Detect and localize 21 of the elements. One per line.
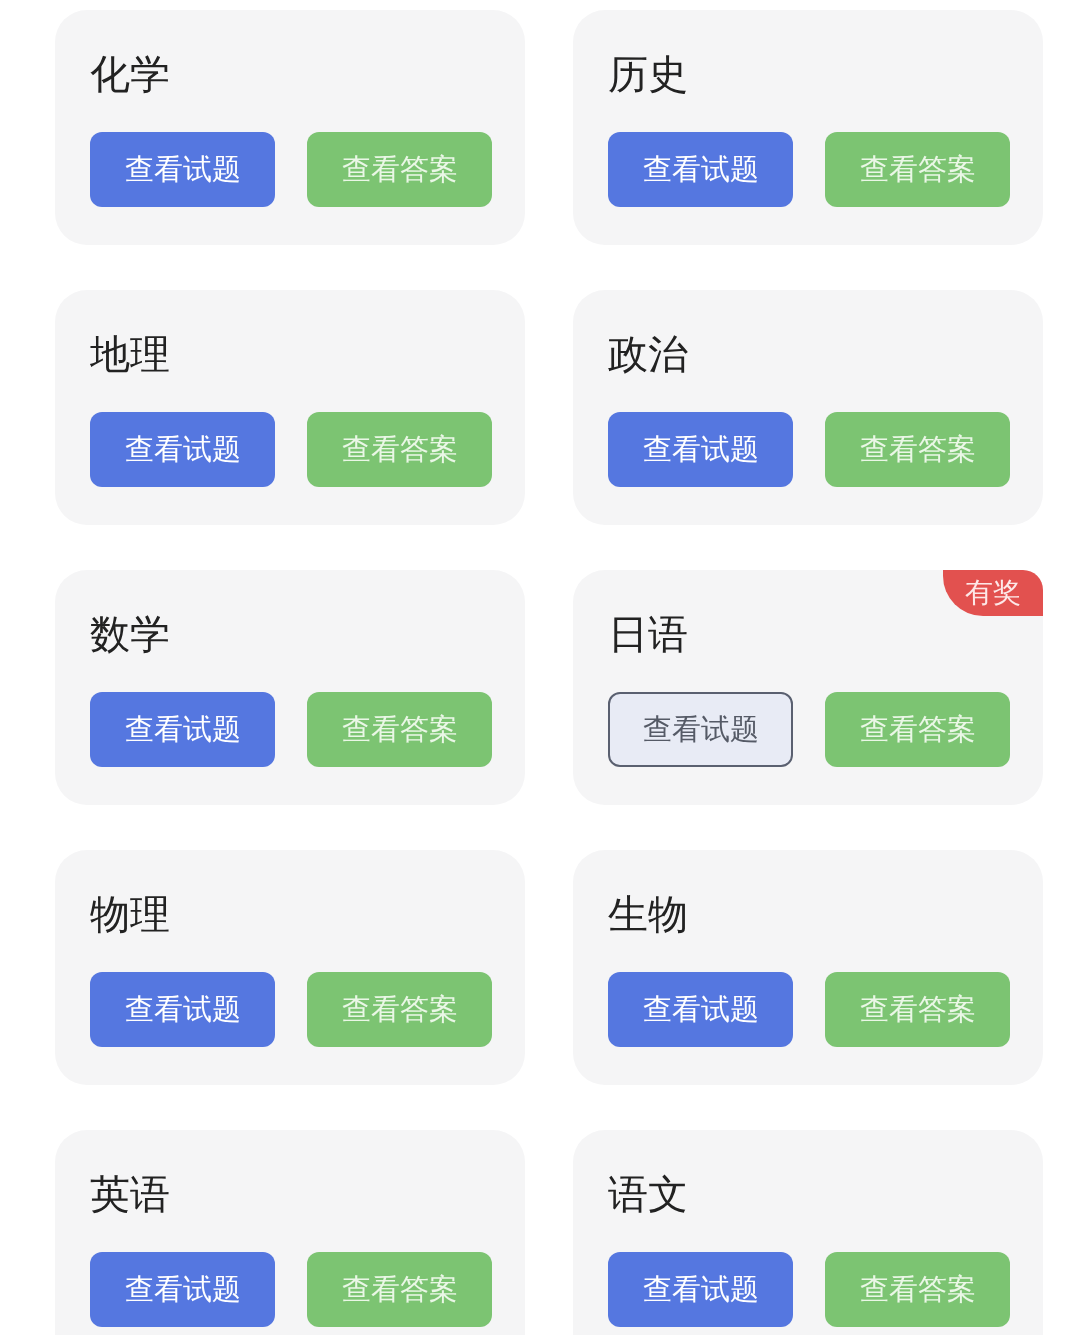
view-questions-button[interactable]: 查看试题: [608, 972, 793, 1047]
subject-title: 政治: [608, 330, 688, 378]
subject-title: 英语: [90, 1170, 170, 1218]
view-questions-button[interactable]: 查看试题: [90, 1252, 275, 1327]
view-questions-button[interactable]: 查看试题: [90, 132, 275, 207]
subject-title: 地理: [90, 330, 170, 378]
view-questions-button[interactable]: 查看试题: [608, 412, 793, 487]
subject-title: 日语: [608, 610, 688, 658]
view-questions-button[interactable]: 查看试题: [90, 412, 275, 487]
subject-title: 数学: [90, 610, 170, 658]
view-questions-button[interactable]: 查看试题: [608, 132, 793, 207]
subject-title: 生物: [608, 890, 688, 938]
view-questions-button[interactable]: 查看试题: [608, 1252, 793, 1327]
subject-title: 历史: [608, 50, 688, 98]
reward-badge: 有奖: [943, 570, 1043, 616]
subject-title: 化学: [90, 50, 170, 98]
subject-title: 语文: [608, 1170, 688, 1218]
view-questions-button[interactable]: 查看试题: [90, 692, 275, 767]
subject-title: 物理: [90, 890, 170, 938]
view-questions-button[interactable]: 查看试题: [90, 972, 275, 1047]
view-questions-button[interactable]: 查看试题: [608, 692, 793, 767]
